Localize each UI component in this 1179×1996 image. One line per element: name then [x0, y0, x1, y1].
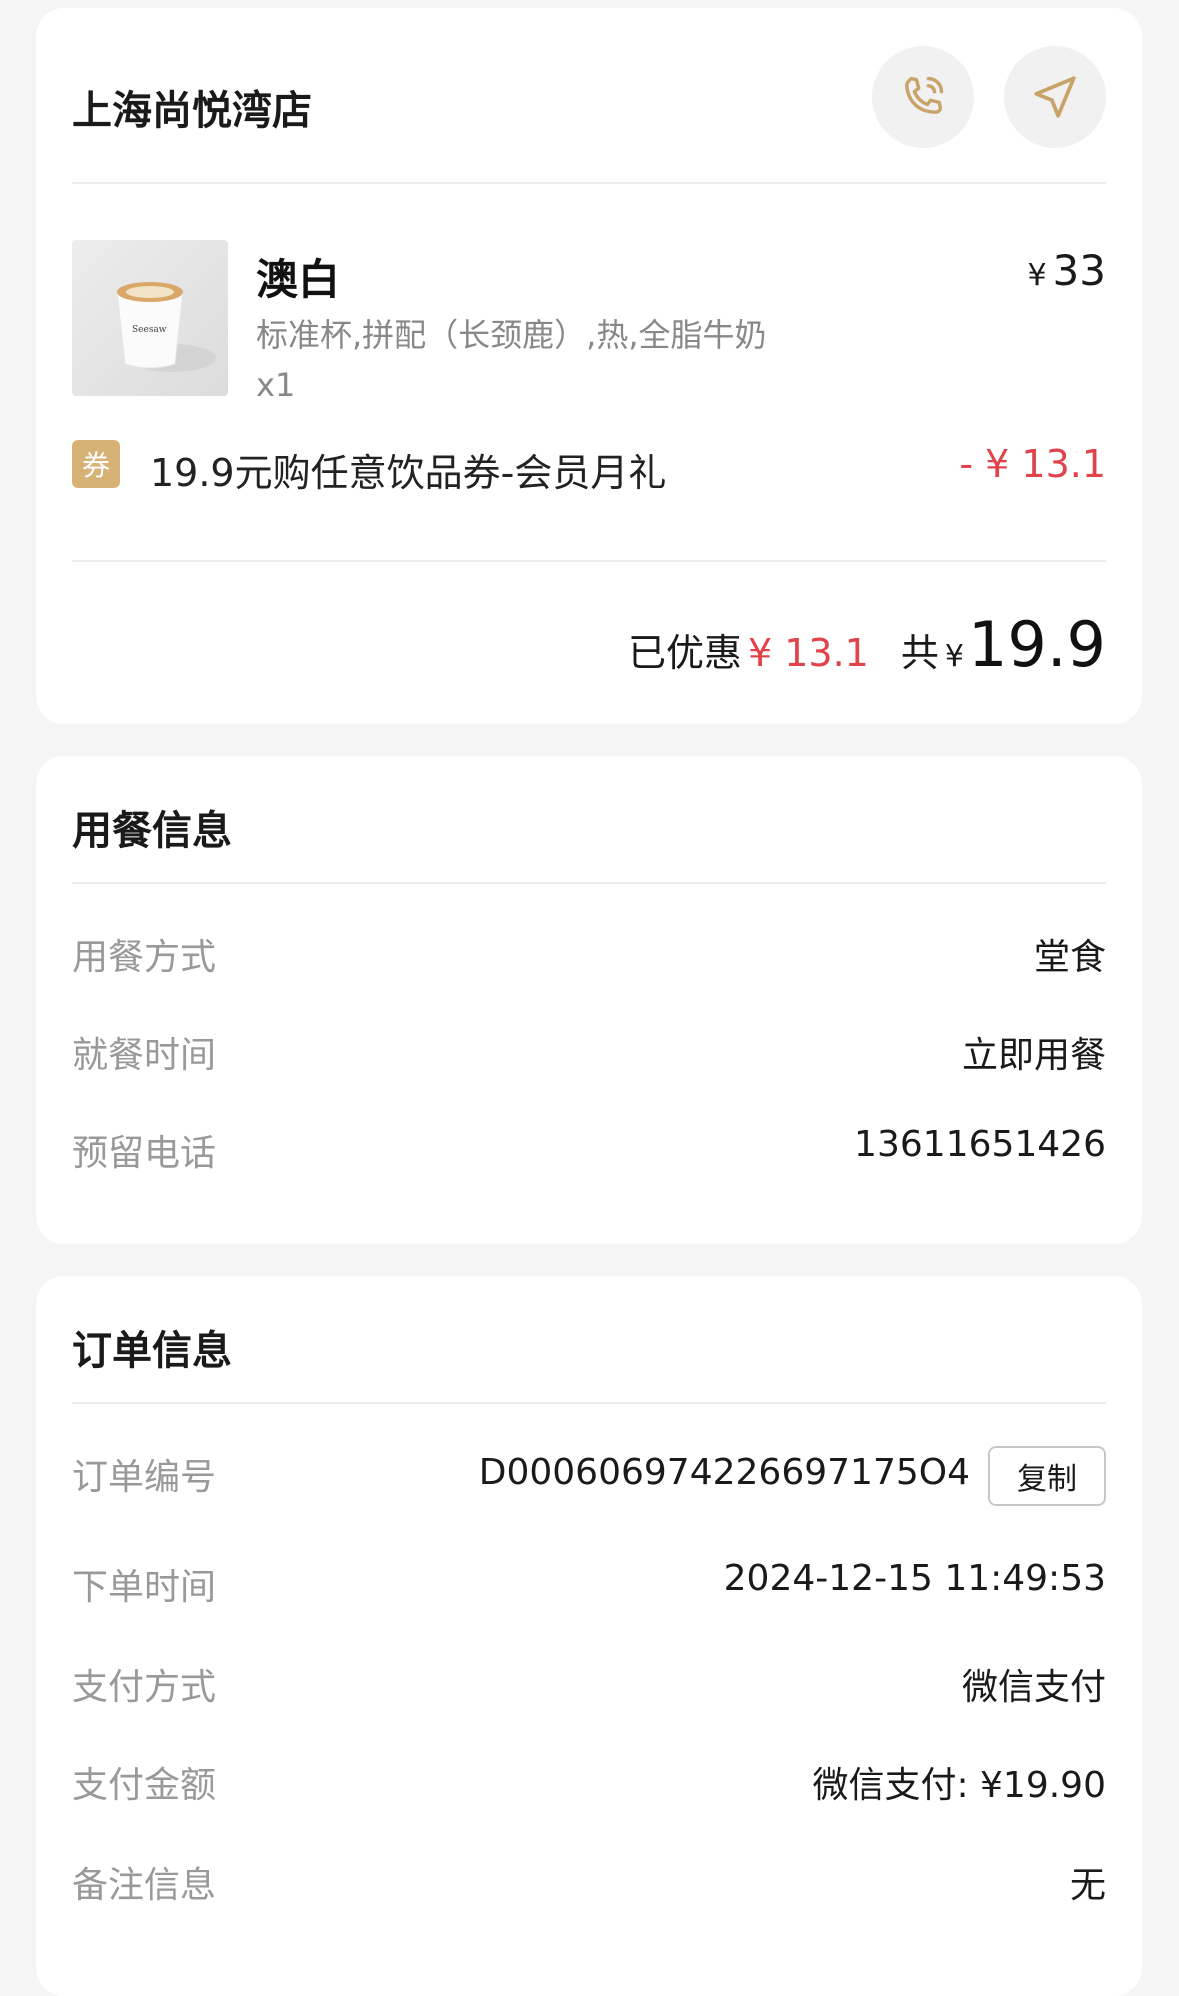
copy-order-number-button[interactable]: 复制: [988, 1446, 1106, 1506]
product-price: ¥33: [1027, 246, 1106, 295]
dining-time-label: 就餐时间: [72, 1035, 217, 1076]
coupon-discount: - ¥ 13.1: [959, 442, 1106, 486]
total-currency: ¥: [944, 639, 964, 674]
payment-amount-label: 支付金额: [72, 1765, 217, 1806]
reserved-phone-value: 13611651426: [854, 1124, 1106, 1165]
product-quantity: x1: [256, 366, 296, 404]
divider: [72, 182, 1106, 184]
order-time-value: 2024-12-15 11:49:53: [723, 1558, 1106, 1599]
order-number-label: 订单编号: [72, 1457, 217, 1498]
payment-method-label: 支付方式: [72, 1667, 217, 1708]
svg-text:Seesaw: Seesaw: [132, 325, 167, 335]
divider: [72, 560, 1106, 562]
reserved-phone-label: 预留电话: [72, 1133, 217, 1174]
coupon-title: 19.9元购任意饮品券-会员月礼: [150, 451, 667, 495]
product-image: Seesaw: [72, 240, 228, 396]
product-options: 标准杯,拼配（长颈鹿）,热,全脂牛奶: [256, 316, 767, 354]
call-store-button[interactable]: [872, 46, 974, 148]
section-title: 用餐信息: [72, 808, 232, 854]
coffee-cup-image: Seesaw: [116, 282, 216, 372]
order-number-value: D000606974226697175O4: [478, 1452, 970, 1493]
remarks-value: 无: [1069, 1865, 1106, 1906]
navigate-to-store-button[interactable]: [1004, 46, 1106, 148]
dining-method-value: 堂食: [1033, 937, 1106, 978]
dining-method-label: 用餐方式: [72, 937, 217, 978]
divider: [72, 1402, 1106, 1404]
phone-icon: [905, 76, 944, 114]
section-title: 订单信息: [72, 1328, 232, 1374]
order-summary-card: 上海尚悦湾店 Seesaw 澳白 ¥33 标准杯,拼配（长颈鹿）,热,全脂牛奶 …: [36, 8, 1142, 724]
dining-info-card: 用餐信息 用餐方式 堂食 就餐时间 立即用餐 预留电话 13611651426: [36, 756, 1142, 1244]
coupon-badge: 券: [72, 440, 120, 488]
navigation-arrow-icon: [1034, 76, 1076, 118]
total-value: 19.9: [967, 608, 1106, 681]
discount-value: ¥ 13.1: [747, 631, 869, 675]
order-info-card: 订单信息 订单编号 D000606974226697175O4 复制 下单时间 …: [36, 1276, 1142, 1996]
payment-amount-value: 微信支付: ¥19.90: [812, 1765, 1106, 1806]
total-label: 共: [900, 631, 939, 675]
discount-label: 已优惠: [627, 631, 742, 675]
price-summary: 已优惠 ¥ 13.1 共 ¥ 19.9: [628, 608, 1106, 681]
divider: [72, 882, 1106, 884]
currency-symbol: ¥: [1027, 258, 1047, 293]
dining-time-value: 立即用餐: [961, 1035, 1106, 1076]
payment-method-value: 微信支付: [961, 1667, 1106, 1708]
product-name: 澳白: [256, 255, 341, 304]
price-value: 33: [1052, 246, 1106, 295]
order-time-label: 下单时间: [72, 1567, 217, 1608]
store-name: 上海尚悦湾店: [72, 88, 312, 134]
remarks-label: 备注信息: [72, 1865, 217, 1906]
